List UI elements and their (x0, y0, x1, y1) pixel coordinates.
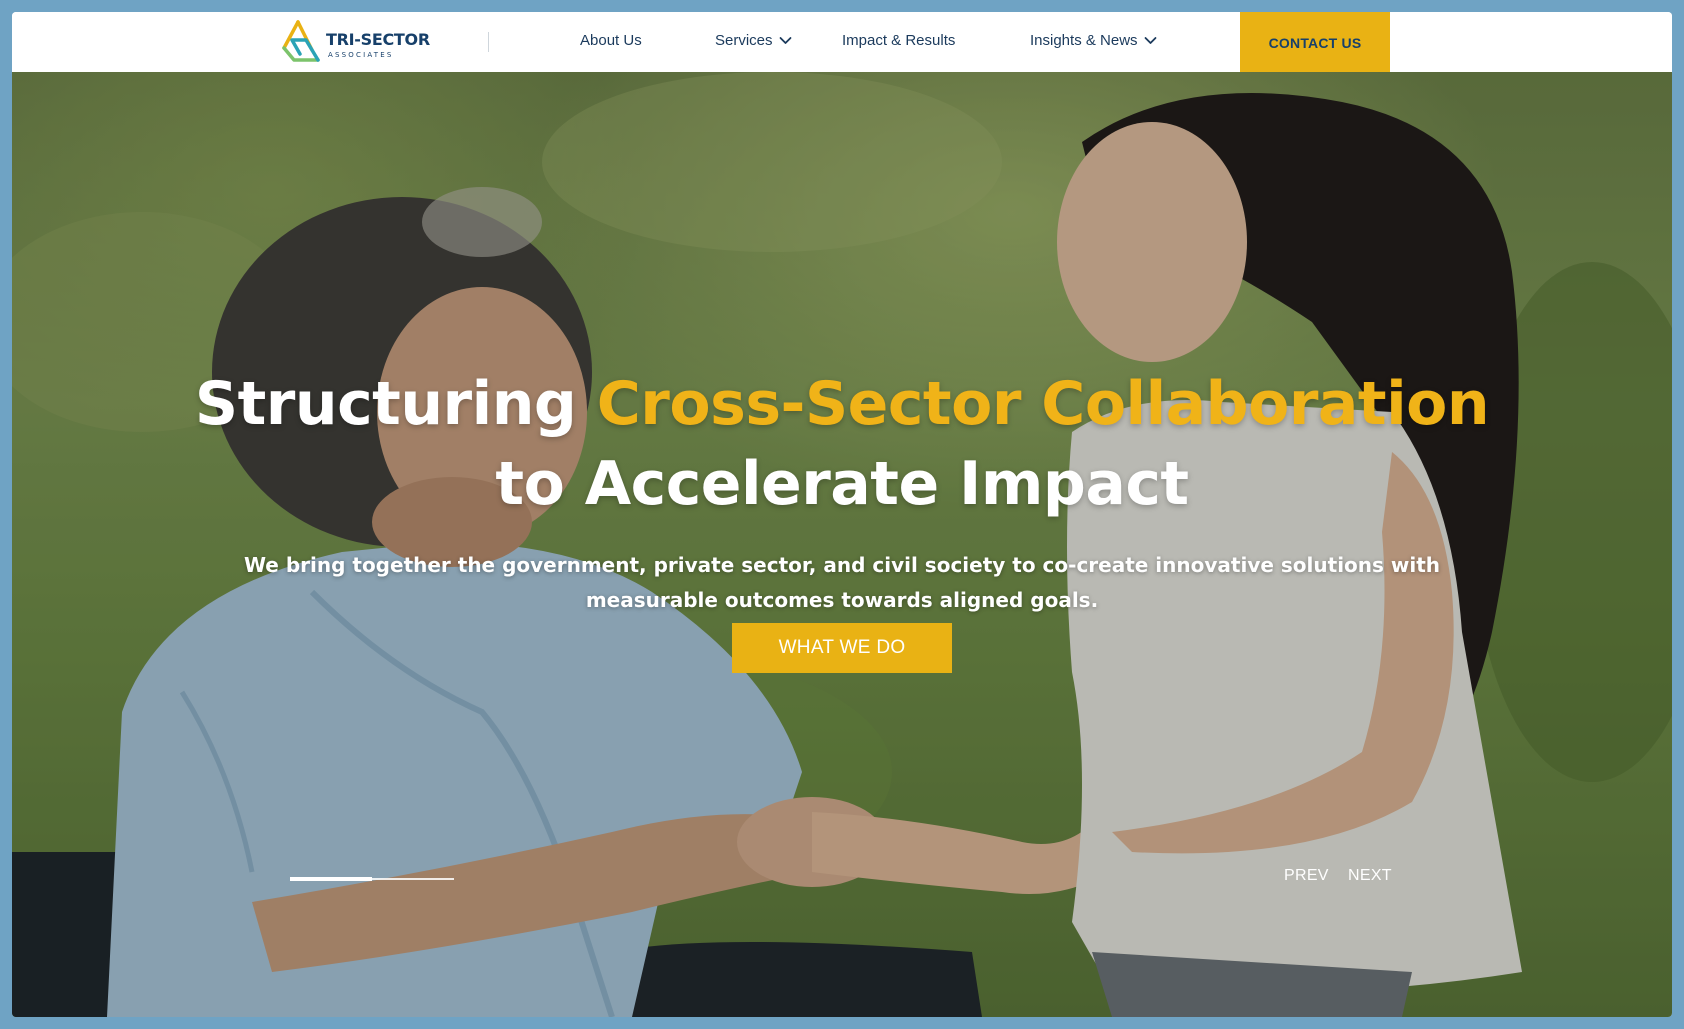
nav-item-label: Insights & News (1030, 32, 1138, 49)
nav-item-impact-results[interactable]: Impact & Results (842, 32, 955, 49)
contact-us-button[interactable]: CONTACT US (1240, 12, 1390, 72)
what-we-do-button[interactable]: WHAT WE DO (732, 623, 952, 673)
tri-sector-logo-icon (282, 20, 320, 62)
slider-progress-bar (290, 877, 454, 881)
brand-tagline: ASSOCIATES (328, 51, 394, 59)
nav-item-insights-news[interactable]: Insights & News (1030, 32, 1157, 49)
brand-name: TRI-SECTOR (326, 30, 430, 49)
nav-item-about-us[interactable]: About Us (580, 32, 642, 49)
hero-subtitle: We bring together the government, privat… (243, 553, 1441, 612)
slider-next-button[interactable]: NEXT (1348, 867, 1392, 885)
hero-slider: Structuring Cross-Sector Collaboration t… (12, 72, 1672, 1017)
browser-viewport: TRI-SECTOR ASSOCIATES About Us Services … (12, 12, 1672, 1017)
nav-item-label: About Us (580, 32, 642, 49)
chevron-down-icon (779, 37, 791, 44)
site-header: TRI-SECTOR ASSOCIATES About Us Services … (12, 12, 1672, 72)
chevron-down-icon (1144, 37, 1156, 44)
hero-title: Structuring Cross-Sector Collaboration t… (12, 364, 1672, 524)
slider-prev-button[interactable]: PREV (1284, 867, 1329, 885)
site-logo[interactable]: TRI-SECTOR ASSOCIATES (278, 18, 438, 66)
header-divider (488, 32, 489, 52)
hero-title-accent: Cross-Sector Collaboration (596, 369, 1490, 439)
slider-progress-fill (290, 877, 372, 881)
hero-overlay (12, 72, 1672, 1017)
hero-title-line2: to Accelerate Impact (495, 449, 1189, 519)
nav-item-label: Services (715, 32, 773, 49)
hero-title-part1: Structuring (194, 369, 597, 439)
nav-item-label: Impact & Results (842, 32, 956, 49)
nav-item-services[interactable]: Services (715, 32, 792, 49)
